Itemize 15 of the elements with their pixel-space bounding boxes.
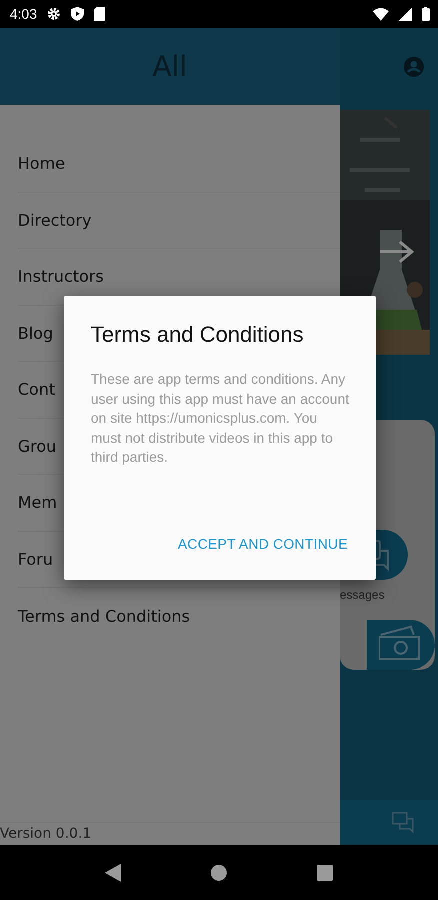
- wifi-icon: [373, 8, 389, 20]
- gear-icon: [47, 7, 62, 21]
- money-icon: [367, 620, 435, 670]
- shield-icon: [71, 7, 84, 21]
- signal-icon: [399, 8, 412, 20]
- tile-label: essages: [340, 588, 385, 602]
- battery-icon: [422, 7, 430, 21]
- sd-card-icon: [94, 7, 106, 21]
- status-time: 4:03: [10, 6, 38, 22]
- back-icon[interactable]: [105, 864, 121, 882]
- dialog-title: Terms and Conditions: [91, 322, 305, 348]
- menu-item[interactable]: Terms and Conditions: [18, 588, 340, 644]
- recents-icon[interactable]: [317, 864, 333, 880]
- home-icon[interactable]: [211, 864, 227, 880]
- version-label: Version 0.0.1: [0, 822, 340, 845]
